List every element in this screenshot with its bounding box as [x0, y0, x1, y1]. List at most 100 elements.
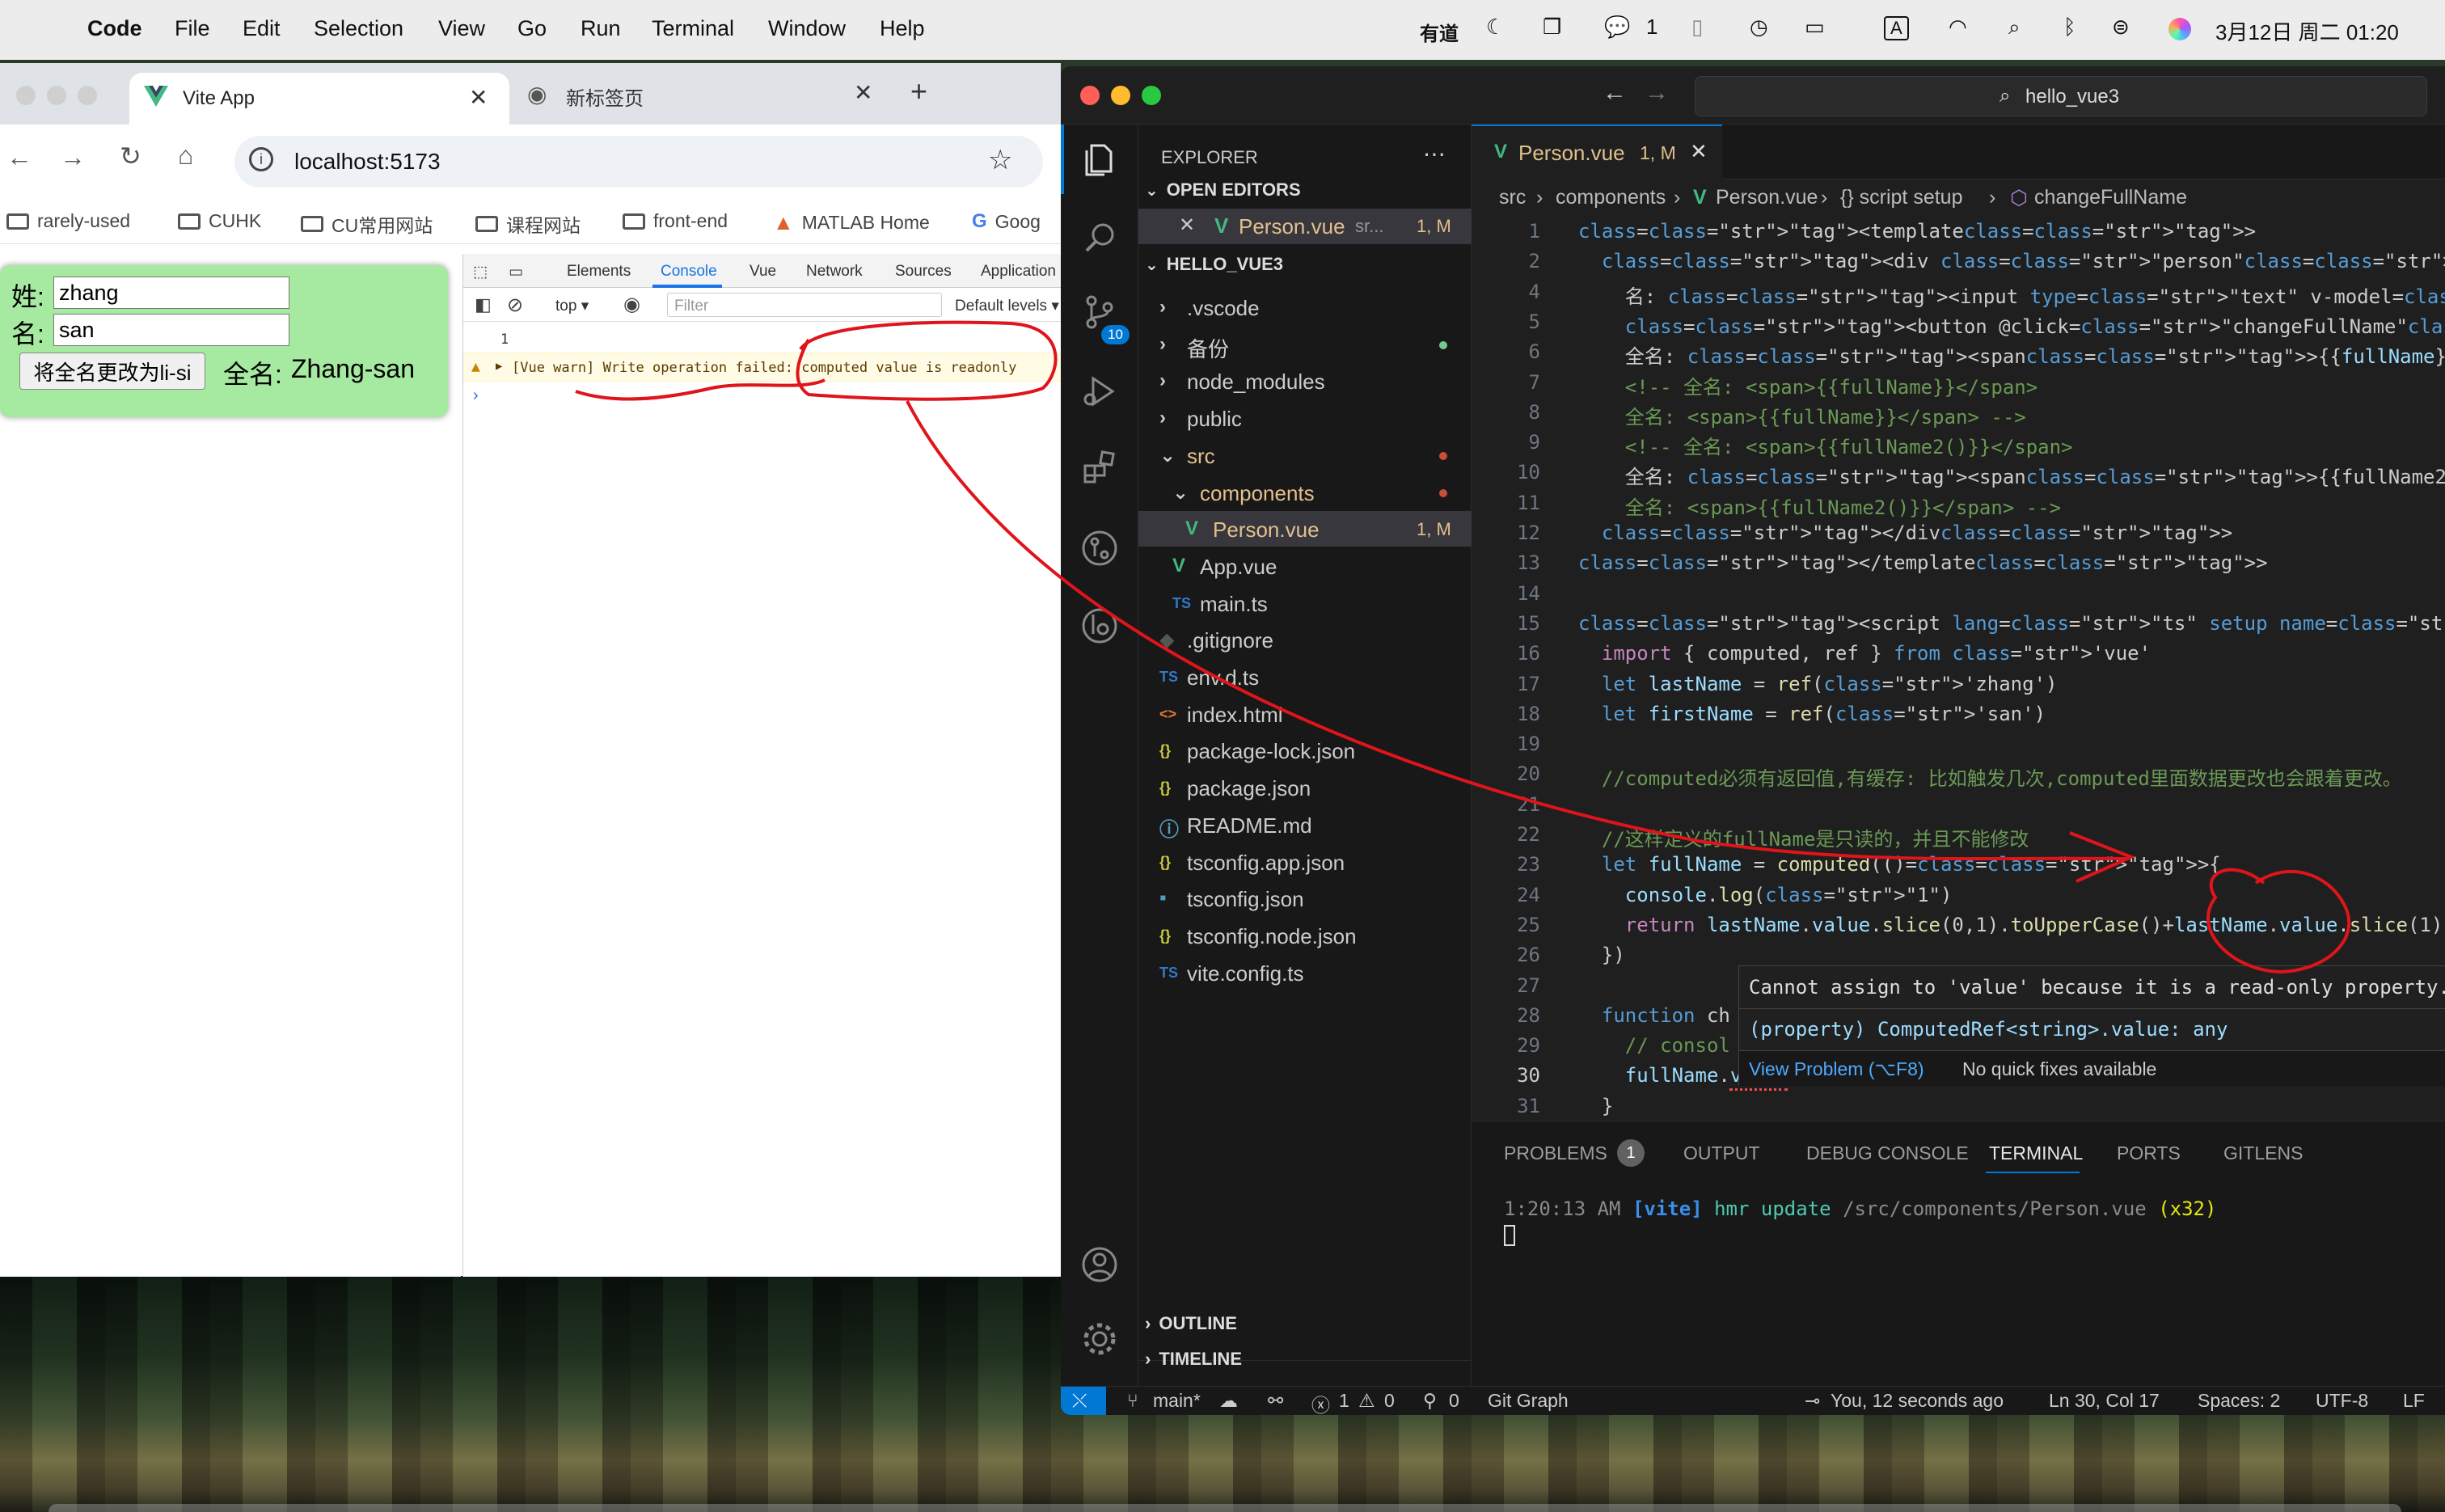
- tab-close-icon[interactable]: ✕: [469, 84, 488, 111]
- code-line[interactable]: class=class="str">"tag"></templateclass=…: [1578, 551, 2268, 574]
- file-tree-item[interactable]: {} package-lock.json: [1138, 733, 1472, 768]
- outline-section[interactable]: › OUTLINE: [1145, 1313, 1237, 1334]
- menu-run[interactable]: Run: [581, 16, 621, 41]
- bookmark-star-icon[interactable]: ☆: [988, 144, 1012, 176]
- tab-close-icon[interactable]: ✕: [854, 79, 872, 106]
- panel-tab-ports[interactable]: PORTS: [2117, 1142, 2181, 1164]
- file-tree-item[interactable]: TS vite.config.ts: [1138, 955, 1472, 990]
- siri-icon[interactable]: [2168, 18, 2191, 40]
- bookmark-google[interactable]: G Goog: [972, 210, 1041, 233]
- panel-tab-output[interactable]: OUTPUT: [1683, 1142, 1760, 1164]
- search-icon[interactable]: ⌕: [2008, 15, 2021, 40]
- menu-selection[interactable]: Selection: [314, 16, 403, 41]
- bookmark-folder[interactable]: CUHK: [178, 210, 261, 232]
- panel-tab-terminal[interactable]: TERMINAL: [1989, 1142, 2083, 1164]
- breadcrumb-item[interactable]: {} script setup: [1840, 186, 1962, 209]
- wifi-icon[interactable]: ◠: [1949, 15, 1967, 40]
- file-tree-item[interactable]: › 备份: [1138, 327, 1472, 362]
- first-name-input[interactable]: [53, 314, 289, 346]
- menu-edit[interactable]: Edit: [243, 16, 281, 41]
- view-problem-link[interactable]: View Problem (⌥F8): [1749, 1058, 1924, 1080]
- new-tab-icon[interactable]: +: [910, 74, 927, 108]
- nav-back-icon[interactable]: ←: [1603, 79, 1627, 107]
- open-editor-item[interactable]: ✕ V Person.vue sr... 1, M: [1138, 209, 1472, 244]
- code-line[interactable]: 名: class=class="str">"tag"><input type=c…: [1578, 281, 2445, 309]
- sidebar-toggle-icon[interactable]: ◧: [475, 294, 492, 315]
- cursor-position[interactable]: Ln 30, Col 17: [2049, 1390, 2160, 1412]
- tab-title-new[interactable]: 新标签页: [566, 82, 644, 111]
- close-icon[interactable]: ✕: [1179, 213, 1195, 237]
- console-filter-input[interactable]: Filter: [667, 293, 942, 317]
- app-menu[interactable]: Code: [87, 16, 142, 41]
- explorer-icon[interactable]: [1080, 141, 1119, 179]
- code-line[interactable]: //computed必须有返回值,有缓存: 比如触发几次,computed里面数…: [1578, 762, 2402, 791]
- terminal-output[interactable]: 1:20:13 AM [vite] hmr update /src/compon…: [1504, 1197, 2216, 1220]
- console-warning[interactable]: ▲ ▶ [Vue warn] Write operation failed: c…: [463, 353, 1062, 382]
- minimize-window-button[interactable]: [1111, 86, 1130, 105]
- encoding[interactable]: UTF-8: [2316, 1390, 2368, 1412]
- bookmark-folder[interactable]: front-end: [623, 210, 728, 232]
- code-line[interactable]: <!-- 全名: <span>{{fullName2()}}</span>: [1578, 431, 2073, 459]
- code-line[interactable]: function ch: [1578, 1004, 1730, 1027]
- blame-status[interactable]: You, 12 seconds ago: [1831, 1390, 2004, 1412]
- code-line[interactable]: console.log(class="str">"1"): [1578, 884, 1953, 906]
- remote-indicator[interactable]: ⤬: [1061, 1387, 1106, 1415]
- close-window-button[interactable]: [1080, 86, 1100, 105]
- code-line[interactable]: 全名: class=class="str">"tag"><spanclass=c…: [1578, 461, 2445, 489]
- code-line[interactable]: class=class="str">"tag"><div class=class…: [1578, 250, 2445, 272]
- editor-tab-person-vue[interactable]: V Person.vue 1, M ✕: [1472, 125, 1722, 179]
- code-line[interactable]: 全名: class=class="str">"tag"><spanclass=c…: [1578, 340, 2445, 369]
- bluetooth-icon[interactable]: ᛒ: [2063, 15, 2076, 40]
- gitlens-status-icon[interactable]: ⚯: [1268, 1390, 1283, 1412]
- menu-go[interactable]: Go: [517, 16, 547, 41]
- control-center-icon[interactable]: ⊜: [2112, 15, 2130, 40]
- git-graph-status[interactable]: Git Graph: [1488, 1390, 1569, 1412]
- code-line[interactable]: }: [1578, 1095, 1613, 1117]
- file-tree-item[interactable]: V App.vue: [1138, 548, 1472, 584]
- file-tree-item[interactable]: TS main.ts: [1138, 585, 1472, 621]
- code-line[interactable]: class=class="str">"tag"><templateclass=c…: [1578, 220, 2256, 243]
- inspect-icon[interactable]: ⬚: [473, 263, 488, 281]
- minimize-window-button[interactable]: [47, 86, 66, 105]
- extensions-icon[interactable]: [1080, 448, 1119, 487]
- expand-icon[interactable]: ▶: [496, 360, 502, 373]
- bookmark-folder[interactable]: rarely-used: [6, 210, 130, 232]
- indentation[interactable]: Spaces: 2: [2198, 1390, 2280, 1412]
- file-tree-item[interactable]: {} tsconfig.node.json: [1138, 918, 1472, 953]
- bookmark-matlab[interactable]: ▲ MATLAB Home: [773, 210, 930, 235]
- window-icon[interactable]: ❐: [1543, 15, 1561, 40]
- timemachine-icon[interactable]: ◷: [1750, 15, 1768, 40]
- devtools-tab-vue[interactable]: Vue: [750, 263, 776, 281]
- menu-view[interactable]: View: [438, 16, 485, 41]
- console-prompt-icon[interactable]: ›: [473, 386, 479, 405]
- file-tree-item[interactable]: ⌄ src: [1138, 437, 1472, 473]
- input-method-indicator[interactable]: A: [1884, 16, 1909, 40]
- dock[interactable]: [49, 1504, 2401, 1512]
- breadcrumb-item[interactable]: src: [1499, 186, 1526, 209]
- code-line[interactable]: let firstName = ref(class="str">'san'): [1578, 703, 2046, 725]
- devtools-tab-elements[interactable]: Elements: [567, 263, 631, 281]
- nav-forward-icon[interactable]: →: [1645, 79, 1669, 107]
- bookmark-folder[interactable]: CU常用网站: [301, 210, 433, 238]
- youdao-status[interactable]: 有道: [1420, 18, 1459, 46]
- breadcrumb-item[interactable]: changeFullName: [2034, 186, 2187, 209]
- code-line[interactable]: class=class="str">"tag"><button @click=c…: [1578, 310, 2445, 339]
- warning-count[interactable]: 0: [1384, 1390, 1395, 1412]
- close-tab-icon[interactable]: ✕: [1690, 139, 1708, 164]
- file-tree-item[interactable]: ⌄ components: [1138, 475, 1472, 510]
- bookmark-folder[interactable]: 课程网站: [475, 210, 581, 238]
- code-line[interactable]: 全名: <span>{{fullName}}</span> -->: [1578, 401, 2026, 429]
- file-tree-item[interactable]: V Person.vue 1, M: [1138, 511, 1472, 547]
- search-icon[interactable]: [1080, 218, 1119, 257]
- code-line[interactable]: // consol: [1578, 1034, 1730, 1057]
- site-info-icon[interactable]: i: [249, 147, 273, 171]
- zoom-window-button[interactable]: [1142, 86, 1161, 105]
- file-tree-item[interactable]: TS env.d.ts: [1138, 659, 1472, 695]
- code-line[interactable]: class=class="str">"tag"><script lang=cla…: [1578, 612, 2445, 635]
- file-tree-item[interactable]: {} package.json: [1138, 770, 1472, 805]
- context-selector[interactable]: top ▾: [555, 297, 589, 315]
- file-tree-item[interactable]: <> index.html: [1138, 696, 1472, 732]
- git-branch[interactable]: main*: [1153, 1390, 1201, 1412]
- gitlens-icon[interactable]: [1080, 529, 1119, 568]
- devtools-tab-sources[interactable]: Sources: [895, 263, 952, 281]
